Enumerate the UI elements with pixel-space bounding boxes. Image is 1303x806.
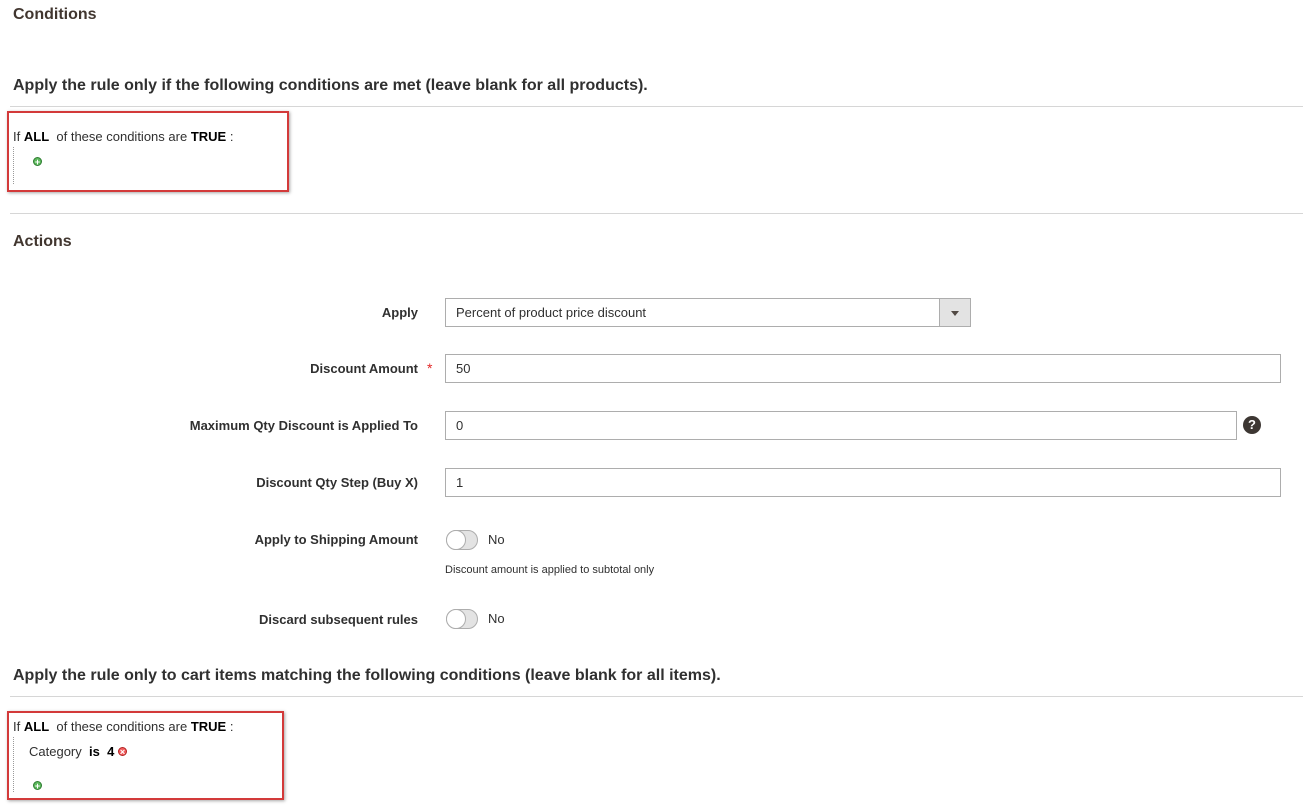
discount-amount-input[interactable]: 50 — [445, 354, 1281, 383]
qty-step-label: Discount Qty Step (Buy X) — [256, 475, 418, 490]
toggle-knob — [446, 530, 466, 550]
apply-select-value: Percent of product price discount — [456, 305, 647, 320]
value-select[interactable]: TRUE — [191, 129, 226, 144]
rule-middle-text: of these conditions are — [56, 129, 188, 144]
value-select[interactable]: TRUE — [191, 719, 226, 734]
help-icon[interactable]: ? — [1243, 416, 1261, 434]
max-qty-input[interactable]: 0 — [445, 411, 1237, 440]
rule-suffix: : — [229, 129, 234, 144]
rule-middle-text: of these conditions are — [56, 719, 188, 734]
divider — [10, 696, 1303, 697]
apply-shipping-note: Discount amount is applied to subtotal o… — [445, 564, 655, 576]
condition-row: Category is 4 — [29, 744, 114, 759]
apply-shipping-toggle[interactable] — [446, 530, 478, 550]
rule-suffix: : — [229, 719, 234, 734]
rule-if-text: If — [13, 129, 21, 144]
divider — [10, 106, 1303, 107]
conditions-rule-line: If ALL of these conditions are TRUE : — [13, 129, 233, 144]
aggregator-select[interactable]: ALL — [24, 129, 49, 144]
chevron-down-icon[interactable] — [939, 299, 970, 326]
apply-shipping-state: No — [488, 532, 505, 547]
remove-condition-icon[interactable]: × — [118, 747, 127, 757]
item-conditions-description: Apply the rule only to cart items matchi… — [13, 667, 721, 684]
item-conditions-rule-line: If ALL of these conditions are TRUE : — [13, 719, 233, 734]
condition-attribute: Category — [29, 744, 82, 759]
conditions-description: Apply the rule only if the following con… — [13, 77, 648, 94]
tree-guide — [13, 147, 14, 184]
discard-rules-toggle[interactable] — [446, 609, 478, 629]
condition-value[interactable]: 4 — [107, 744, 114, 759]
conditions-section-title[interactable]: Conditions — [13, 6, 97, 24]
max-qty-label: Maximum Qty Discount is Applied To — [189, 418, 418, 433]
apply-shipping-label: Apply to Shipping Amount — [254, 532, 418, 547]
divider — [10, 213, 1303, 214]
condition-operator[interactable]: is — [89, 744, 100, 759]
discard-rules-label: Discard subsequent rules — [259, 612, 418, 627]
discard-rules-state: No — [488, 611, 505, 626]
add-condition-icon[interactable]: + — [33, 781, 42, 791]
required-mark: * — [427, 360, 433, 376]
qty-step-input[interactable]: 1 — [445, 468, 1281, 497]
apply-select[interactable]: Percent of product price discount — [445, 298, 971, 327]
conditions-highlight-box — [7, 111, 289, 192]
actions-section-title[interactable]: Actions — [13, 233, 72, 251]
tree-guide — [13, 737, 14, 792]
add-condition-icon[interactable]: + — [33, 157, 42, 167]
toggle-knob — [446, 609, 466, 629]
discount-amount-label: Discount Amount — [310, 361, 418, 376]
apply-label: Apply — [381, 305, 418, 320]
rule-if-text: If — [13, 719, 21, 734]
aggregator-select[interactable]: ALL — [24, 719, 49, 734]
